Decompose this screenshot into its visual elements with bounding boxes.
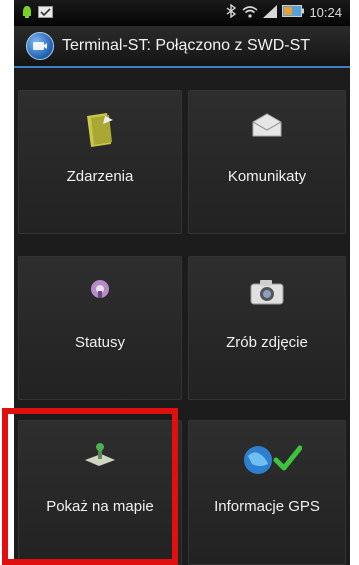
- menu-grid: Zdarzenia Komunikaty Statusy Zrób zdjęci…: [14, 68, 350, 565]
- tile-zdarzenia[interactable]: Zdarzenia: [18, 90, 182, 234]
- envelope-icon: [251, 112, 283, 142]
- tile-zrob-zdjecie[interactable]: Zrób zdjęcie: [188, 256, 346, 400]
- tile-statusy-label: Statusy: [74, 334, 126, 351]
- tile-komunikaty[interactable]: Komunikaty: [188, 90, 346, 234]
- folder-note-icon: [85, 112, 115, 152]
- bluetooth-icon: [225, 3, 237, 21]
- status-time: 10:24: [309, 5, 342, 20]
- status-bar-right: 10:24: [225, 3, 342, 21]
- app-title: Terminal-ST: Połączono z SWD-ST: [62, 37, 311, 54]
- wifi-icon: [242, 5, 258, 21]
- tile-pokaz-na-mapie-label: Pokaż na mapie: [46, 498, 154, 515]
- battery-icon: [282, 5, 305, 20]
- camera-icon: [250, 278, 284, 310]
- tile-pokaz-na-mapie[interactable]: Pokaż na mapie: [18, 420, 182, 565]
- status-bar-left: [22, 5, 53, 22]
- status-dot-icon: [89, 278, 111, 304]
- map-pin-icon: [83, 442, 117, 472]
- message-icon: [38, 6, 53, 21]
- app-title-bar: Terminal-ST: Połączono z SWD-ST: [14, 26, 350, 68]
- tile-zrob-zdjecie-label: Zrób zdjęcie: [226, 334, 308, 351]
- tile-zdarzenia-label: Zdarzenia: [66, 168, 134, 185]
- app-logo-icon: [26, 32, 54, 60]
- signal-icon: [263, 4, 278, 21]
- tile-informacje-gps[interactable]: Informacje GPS: [188, 420, 346, 565]
- tile-informacje-gps-label: Informacje GPS: [214, 498, 320, 515]
- notification-icon: [22, 5, 32, 22]
- phone-screen: 10:24 Terminal-ST: Połączono z SWD-ST Zd…: [14, 0, 350, 565]
- tile-statusy[interactable]: Statusy: [18, 256, 182, 400]
- globe-check-icon: [238, 442, 303, 480]
- status-bar: 10:24: [14, 0, 350, 26]
- tile-komunikaty-label: Komunikaty: [227, 168, 307, 185]
